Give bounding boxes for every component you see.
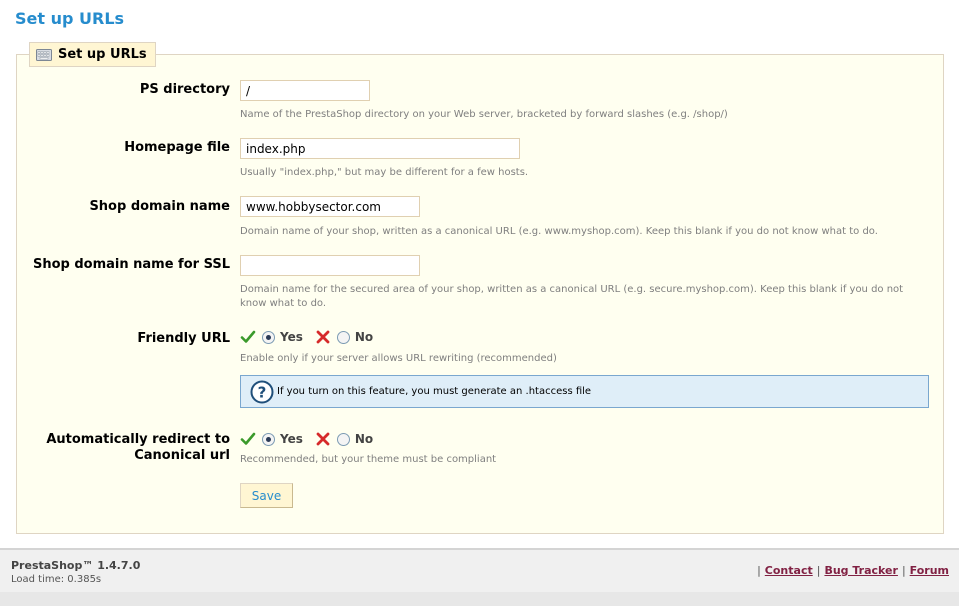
ps-directory-hint: Name of the PrestaShop directory on your…: [240, 109, 728, 120]
legend-title: Set up URLs: [58, 47, 147, 62]
footer-separator: |: [816, 564, 821, 577]
shop-domain-hint: Domain name of your shop, written as a c…: [240, 226, 878, 237]
canonical-redirect-no-radio[interactable]: [336, 432, 350, 446]
friendly-url-label: Friendly URL: [137, 331, 230, 346]
info-text: If you turn on this feature, you must: [277, 386, 459, 397]
footer: PrestaShop™ 1.4.7.0 Load time: 0.385s | …: [0, 548, 959, 592]
cross-icon: [316, 432, 330, 446]
shop-domain-label: Shop domain name: [89, 199, 230, 214]
homepage-file-label: Homepage file: [124, 140, 230, 155]
shop-domain-ssl-label: Shop domain name for SSL: [32, 257, 230, 272]
htaccess-info-box: ? If you turn on this feature, you must …: [240, 375, 929, 408]
friendly-url-no-radio[interactable]: [336, 330, 350, 344]
footer-load-time: Load time: 0.385s: [11, 574, 102, 585]
fieldset-legend: Set up URLs: [29, 42, 156, 67]
checkmark-icon: [240, 432, 256, 445]
ps-directory-label: PS directory: [139, 82, 230, 97]
contact-link[interactable]: Contact: [765, 564, 813, 577]
page-title: Set up URLs: [15, 9, 125, 28]
bug-tracker-link[interactable]: Bug Tracker: [824, 564, 898, 577]
forum-link[interactable]: Forum: [910, 564, 949, 577]
shop-domain-ssl-hint: Domain name for the secured area of your…: [240, 284, 904, 309]
save-button[interactable]: Save: [240, 483, 293, 508]
canonical-redirect-yes-radio[interactable]: [262, 432, 275, 446]
friendly-url-options: Yes No: [240, 328, 373, 346]
keyboard-icon: [36, 48, 52, 61]
svg-text:?: ?: [258, 383, 267, 401]
friendly-url-no-label[interactable]: No: [355, 330, 373, 344]
bottom-strip: [0, 592, 959, 606]
help-icon: ?: [250, 380, 274, 403]
footer-separator: |: [757, 564, 761, 577]
friendly-url-yes-label[interactable]: Yes: [280, 330, 303, 344]
checkmark-icon: [240, 330, 256, 343]
canonical-redirect-yes-label[interactable]: Yes: [280, 432, 303, 446]
generate-htaccess-link[interactable]: generate an .htaccess file: [461, 386, 591, 397]
canonical-redirect-label: Automatically redirect to Canonical url: [46, 432, 230, 463]
friendly-url-hint: Enable only if your server allows URL re…: [240, 353, 557, 364]
canonical-redirect-hint: Recommended, but your theme must be comp…: [240, 454, 497, 465]
friendly-url-yes-radio[interactable]: [262, 330, 275, 344]
shop-domain-input[interactable]: [240, 196, 420, 217]
shop-domain-ssl-input[interactable]: [240, 255, 420, 276]
footer-links: | Contact | Bug Tracker | Forum: [757, 564, 949, 577]
homepage-file-hint: Usually "index.php," but may be differen…: [240, 167, 529, 178]
footer-version: PrestaShop™ 1.4.7.0: [11, 559, 141, 572]
ps-directory-input[interactable]: [240, 80, 370, 101]
footer-separator: |: [901, 564, 906, 577]
canonical-redirect-options: Yes No: [240, 430, 373, 448]
homepage-file-input[interactable]: [240, 138, 520, 159]
cross-icon: [316, 330, 330, 344]
canonical-redirect-no-label[interactable]: No: [355, 432, 373, 446]
